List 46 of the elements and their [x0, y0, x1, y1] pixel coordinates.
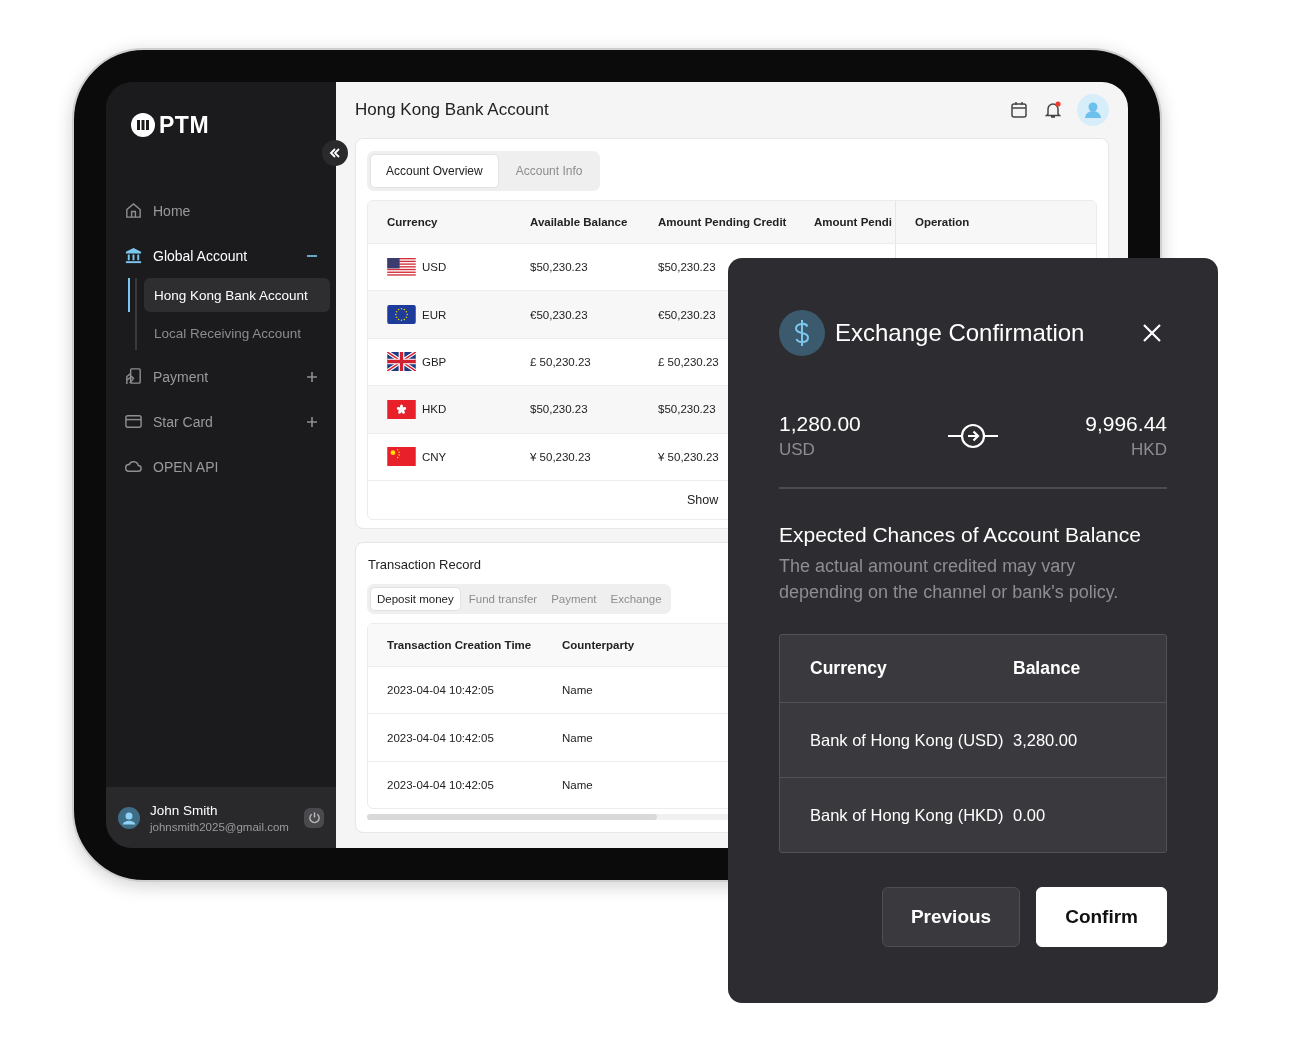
section-heading: Expected Chances of Account Balance: [779, 523, 1142, 547]
table-cell: 2023-04-04 10:42:05: [387, 779, 494, 792]
table-cell: 3,280.00: [1013, 730, 1078, 750]
table-cell: GBP: [422, 355, 447, 368]
table-cell: Name: [562, 684, 593, 697]
target-currency: HKD: [1131, 440, 1167, 460]
column-header: Amount Pendi: [814, 216, 892, 228]
dialog-title: Exchange Confirmation: [835, 319, 1086, 347]
table-cell: ¥ 50,230.23: [530, 450, 591, 463]
user-name: John Smith: [150, 802, 219, 818]
column-header: Currency: [810, 658, 887, 679]
table-cell: EUR: [422, 308, 447, 321]
table-cell: 0.00: [1013, 805, 1046, 825]
table-cell: Name: [562, 779, 593, 792]
table-cell: USD: [422, 261, 447, 274]
section-title: Transaction Record: [368, 556, 481, 572]
table-cell: 2023-04-04 10:42:05: [387, 684, 494, 697]
description-text: The actual amount credited may vary depending on the channel or bank's policy.: [779, 555, 1120, 604]
column-header: Balance: [1013, 658, 1081, 679]
column-header: Counterparty: [562, 638, 635, 651]
source-amount: 1,280.00: [779, 412, 861, 436]
table-cell: Bank of Hong Kong (USD): [810, 730, 1004, 750]
user-email: johnsmith2025@gmail.com: [150, 820, 290, 833]
page-title: Hong Kong Bank Account: [355, 100, 550, 120]
column-header: Currency: [387, 216, 438, 228]
table-cell: £ 50,230.23: [658, 355, 719, 368]
table-cell: £ 50,230.23: [530, 355, 591, 368]
target-amount: 9,996.44: [1085, 412, 1167, 436]
table-cell: Name: [562, 731, 593, 744]
table-cell: $50,230.23: [658, 261, 716, 274]
column-header: Operation: [895, 201, 1096, 243]
column-header: Available Balance: [530, 216, 628, 228]
table-cell: $50,230.23: [658, 403, 716, 416]
table-cell: CNY: [422, 450, 447, 463]
table-cell: Bank of Hong Kong (HKD): [810, 805, 1004, 825]
table-cell: €50,230.23: [658, 308, 716, 321]
table-cell: €50,230.23: [530, 308, 588, 321]
column-header: Amount Pending Credit: [658, 216, 787, 228]
table-cell: $50,230.23: [530, 261, 588, 274]
table-cell: $50,230.23: [530, 403, 588, 416]
source-currency: USD: [779, 440, 816, 460]
column-header: Transaction Creation Time: [387, 638, 532, 651]
table-cell: 2023-04-04 10:42:05: [387, 731, 494, 744]
table-cell: ¥ 50,230.23: [658, 450, 719, 463]
logo-text: PTM: [159, 111, 210, 139]
table-cell: HKD: [422, 403, 447, 416]
